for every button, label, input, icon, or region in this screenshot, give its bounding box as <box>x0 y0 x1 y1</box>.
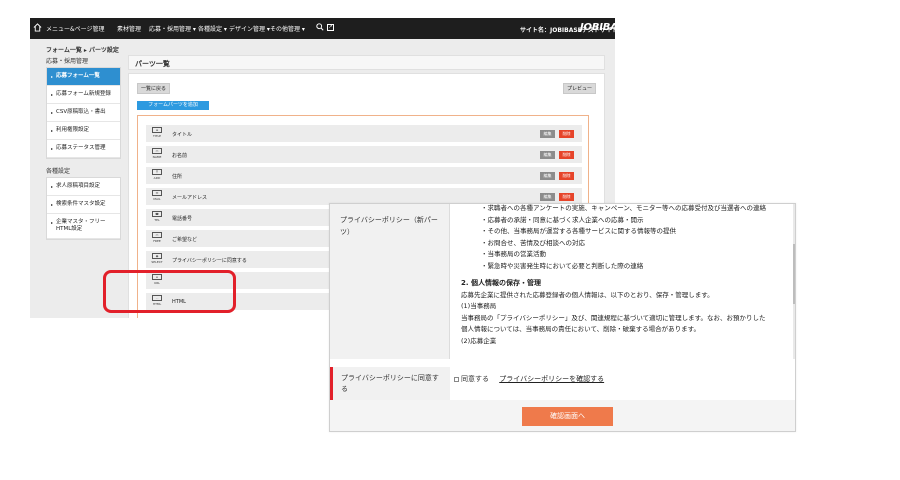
part-label: メールアドレス <box>172 195 208 201</box>
agree-checkbox[interactable] <box>454 376 459 382</box>
sidebar-group-settings: 求人原稿項目設定 検索条件マスタ設定 企業マスタ・フリーHTML設定 <box>46 177 121 240</box>
mail-icon: ✉ MAIL <box>152 190 162 201</box>
nav-menu-pages[interactable]: メニュー&ページ管理 <box>46 24 105 33</box>
policy-bullet: ・応募者の承諾・同意に基づく求人企業への応募・開示 <box>481 215 644 224</box>
policy-paragraph: 個人情報については、当事務局の責任において、削除・破棄する場合があります。 <box>461 325 701 333</box>
sidebar-group-title: 各種設定 <box>46 168 71 175</box>
home-icon[interactable] <box>33 23 42 32</box>
scrollbar-thumb[interactable] <box>793 244 795 304</box>
policy-field-label: プライバシーポリシー（新パーツ） <box>330 204 450 359</box>
part-row-name[interactable]: ▭ NAME お名前 編集 削除 <box>146 146 582 165</box>
address-icon: 〒 ADD <box>152 169 162 180</box>
part-row-title[interactable]: ≡ TITLE タイトル 編集 削除 <box>146 125 582 144</box>
delete-button[interactable]: 削除 <box>559 193 574 201</box>
nav-design[interactable]: デザイン管理 ▾ <box>229 24 270 33</box>
external-link-icon[interactable]: ↗ <box>327 24 334 31</box>
highlight-outline <box>103 270 236 313</box>
part-label: 住所 <box>172 174 183 180</box>
back-to-list-button[interactable]: 一覧に戻る <box>137 83 171 94</box>
policy-paragraph: 当事務局の「プライバシーポリシー」及び、関連規程に基づいて適切に管理します。なお… <box>461 313 766 322</box>
sidebar-item-status[interactable]: 応募ステータス管理 <box>47 140 120 158</box>
confirm-button[interactable]: 確認画面へ <box>522 407 613 426</box>
preview-button[interactable]: プレビュー <box>562 83 596 94</box>
title-icon: ≡ TITLE <box>152 127 162 138</box>
policy-bullet: ・緊急時や災害発生時において必要と判断した際の連絡 <box>481 261 644 270</box>
sidebar-item-form-list[interactable]: 応募フォーム一覧 <box>47 68 120 86</box>
front-form-window: プライバシーポリシー（新パーツ） ・求職者への各種アンケートの実施、キャンペーン… <box>329 203 796 432</box>
nav-materials[interactable]: 素材管理 <box>117 24 141 33</box>
policy-link[interactable]: プライバシーポリシーを確認する <box>499 375 604 383</box>
part-label: プライバシーポリシーに同意する <box>172 258 247 264</box>
policy-scroll-box[interactable]: ・求職者への各種アンケートの実施、キャンペーン、モニター等への応募受付及び当選者… <box>451 204 795 359</box>
sidebar-item-permissions[interactable]: 利用権限設定 <box>47 122 120 140</box>
policy-scrollbar[interactable] <box>793 204 795 359</box>
nav-others[interactable]: その他管理 ▾ <box>270 24 305 33</box>
delete-button[interactable]: 削除 <box>559 151 574 159</box>
sidebar: 応募・採用管理 応募フォーム一覧 応募フォーム新規登録 CSV原稿取込・書出 利… <box>46 55 121 240</box>
sidebar-item-new-form[interactable]: 応募フォーム新規登録 <box>47 86 120 104</box>
edit-button[interactable]: 編集 <box>540 193 555 201</box>
sidebar-item-company-html[interactable]: 企業マスタ・フリーHTML設定 <box>47 214 120 239</box>
part-row-address[interactable]: 〒 ADD 住所 編集 削除 <box>146 167 582 186</box>
sidebar-item-csv[interactable]: CSV原稿取込・書出 <box>47 104 120 122</box>
name-icon: ▭ NAME <box>152 148 162 159</box>
policy-bullet: ・お問合せ、苦情及び相談への対応 <box>481 238 585 247</box>
add-form-part-button[interactable]: フォームパーツを追加 <box>137 101 209 110</box>
nav-recruitment[interactable]: 応募・採用管理 ▾ <box>149 24 196 33</box>
edit-button[interactable]: 編集 <box>540 151 555 159</box>
edit-button[interactable]: 編集 <box>540 130 555 138</box>
part-label: 電話番号 <box>172 216 193 222</box>
select-icon: ◉ SELECT <box>151 253 163 264</box>
policy-text: ・求職者への各種アンケートの実施、キャンペーン、モニター等への応募受付及び当選者… <box>461 204 789 347</box>
delete-button[interactable]: 削除 <box>559 130 574 138</box>
nav-settings[interactable]: 各種設定 ▾ <box>198 24 227 33</box>
policy-bullet: ・当事務局の営業活動 <box>481 250 546 258</box>
delete-button[interactable]: 削除 <box>559 172 574 180</box>
agree-field-label: プライバシーポリシーに同意する <box>330 367 450 400</box>
page-title: パーツ一覧 <box>128 55 605 70</box>
part-label: タイトル <box>172 132 193 138</box>
policy-bullet: ・求職者への各種アンケートの実施、キャンペーン、モニター等への応募受付及び当選者… <box>481 204 767 212</box>
screenshot-composite: メニュー&ページ管理 素材管理 応募・採用管理 ▾ 各種設定 ▾ デザイン管理 … <box>0 0 900 480</box>
top-navigation-bar: メニュー&ページ管理 素材管理 応募・採用管理 ▾ 各種設定 ▾ デザイン管理 … <box>30 18 615 39</box>
agree-control: 同意する プライバシーポリシーを確認する <box>454 374 604 384</box>
sidebar-group-recruitment: 応募フォーム一覧 応募フォーム新規登録 CSV原稿取込・書出 利用権限設定 応募… <box>46 67 121 159</box>
policy-paragraph: (1)当事務局 <box>461 302 497 310</box>
tel-icon: ☎ TEL <box>149 211 165 226</box>
search-icon[interactable] <box>316 23 324 31</box>
brand-logo: JOBIBASE <box>580 22 615 33</box>
part-label: お名前 <box>172 153 188 159</box>
sidebar-group-title: 応募・採用管理 <box>46 58 89 65</box>
policy-paragraph: (2)応募企業 <box>461 336 497 345</box>
part-label: ご希望など <box>172 237 198 243</box>
policy-paragraph: 応募先企業に提供された応募登録者の個人情報は、以下のとおり、保存・管理します。 <box>461 290 714 299</box>
free-icon: ▭ FREE <box>152 232 162 243</box>
edit-button[interactable]: 編集 <box>540 172 555 180</box>
sidebar-item-search-master[interactable]: 検索条件マスタ設定 <box>47 196 120 214</box>
policy-bullet: ・その他、当事務局が運営する各種サービスに関する情報等の提供 <box>481 227 676 235</box>
breadcrumb: フォーム一覧 ▸ パーツ設定 <box>46 47 119 54</box>
policy-section-heading: 2. 個人情報の保存・管理 <box>461 279 541 287</box>
sidebar-item-job-fields[interactable]: 求人原稿項目設定 <box>47 178 120 196</box>
agree-checkbox-label[interactable]: 同意する <box>461 375 489 383</box>
